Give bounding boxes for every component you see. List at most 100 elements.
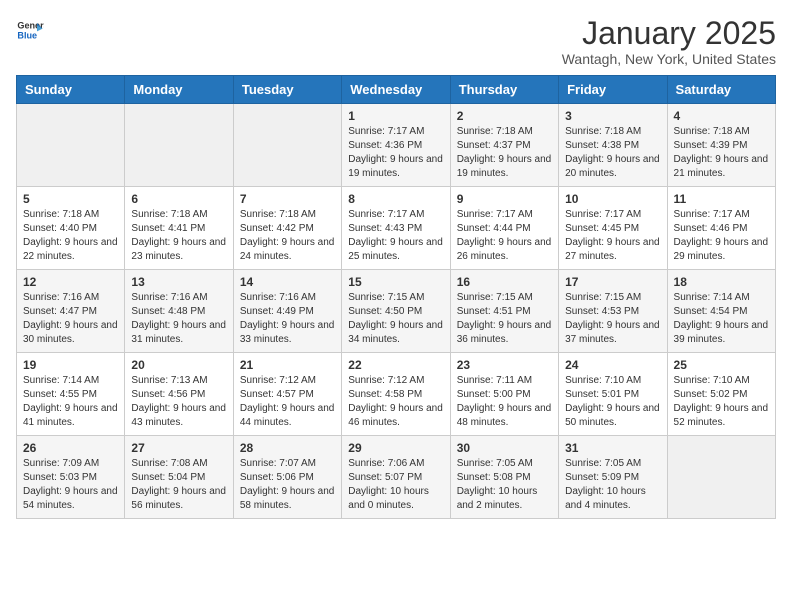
calendar-cell: 14Sunrise: 7:16 AMSunset: 4:49 PMDayligh… xyxy=(233,270,341,353)
calendar-cell xyxy=(233,104,341,187)
day-info: Sunrise: 7:18 AMSunset: 4:42 PMDaylight:… xyxy=(240,208,335,264)
calendar-cell: 2Sunrise: 7:18 AMSunset: 4:37 PMDaylight… xyxy=(450,104,558,187)
day-info: Sunrise: 7:13 AMSunset: 4:56 PMDaylight:… xyxy=(131,374,226,430)
day-number: 29 xyxy=(348,441,443,455)
weekday-header-monday: Monday xyxy=(125,76,233,104)
weekday-header-tuesday: Tuesday xyxy=(233,76,341,104)
calendar-cell: 15 Sunrise: 7:15 AMSunset: 4:50 PMDayligh… xyxy=(342,270,450,353)
calendar-cell: 31 Sunrise: 7:05 AMSunset: 5:09 PMDayligh… xyxy=(559,436,667,519)
weekday-header-row: SundayMondayTuesdayWednesdayThursdayFrid… xyxy=(17,76,776,104)
day-info: Sunrise: 7:16 AMSunset: 4:47 PMDaylight:… xyxy=(23,291,118,347)
calendar-row-3: 19 Sunrise: 7:14 AMSunset: 4:55 PMDayligh… xyxy=(17,353,776,436)
calendar-cell: 5 Sunrise: 7:18 AMSunset: 4:40 PMDaylight… xyxy=(17,187,125,270)
day-info: Sunrise: 7:07 AMSunset: 5:06 PMDaylight:… xyxy=(240,457,335,513)
day-info: Sunrise: 7:15 AMSunset: 4:50 PMDaylight:… xyxy=(348,291,443,347)
calendar-row-4: 26Sunrise: 7:09 AMSunset: 5:03 PMDayligh… xyxy=(17,436,776,519)
day-info: Sunrise: 7:05 AMSunset: 5:09 PMDaylight:… xyxy=(565,457,660,513)
day-info: Sunrise: 7:17 AMSunset: 4:44 PMDaylight:… xyxy=(457,208,552,264)
day-number: 11 xyxy=(674,192,769,206)
day-info: Sunrise: 7:17 AMSunset: 4:45 PMDaylight:… xyxy=(565,208,660,264)
calendar-cell: 8Sunrise: 7:17 AMSunset: 4:43 PMDaylight… xyxy=(342,187,450,270)
day-number: 8 xyxy=(348,192,443,206)
calendar-cell: 18Sunrise: 7:14 AMSunset: 4:54 PMDayligh… xyxy=(667,270,775,353)
calendar-cell: 4Sunrise: 7:18 AMSunset: 4:39 PMDaylight… xyxy=(667,104,775,187)
day-info: Sunrise: 7:17 AMSunset: 4:46 PMDaylight:… xyxy=(674,208,769,264)
day-number: 21 xyxy=(240,358,335,372)
day-number: 15 xyxy=(348,275,443,289)
day-number: 22 xyxy=(348,358,443,372)
day-number: 27 xyxy=(131,441,226,455)
day-number: 10 xyxy=(565,192,660,206)
day-number: 6 xyxy=(131,192,226,206)
day-number: 18 xyxy=(674,275,769,289)
calendar-cell: 7 Sunrise: 7:18 AMSunset: 4:42 PMDaylight… xyxy=(233,187,341,270)
weekday-header-saturday: Saturday xyxy=(667,76,775,104)
logo-icon: General Blue xyxy=(16,16,44,44)
calendar-cell: 17Sunrise: 7:15 AMSunset: 4:53 PMDayligh… xyxy=(559,270,667,353)
day-info: Sunrise: 7:10 AMSunset: 5:02 PMDaylight:… xyxy=(674,374,769,430)
calendar-cell: 25 Sunrise: 7:10 AMSunset: 5:02 PMDayligh… xyxy=(667,353,775,436)
day-info: Sunrise: 7:05 AMSunset: 5:08 PMDaylight:… xyxy=(457,457,552,513)
calendar-cell: 9Sunrise: 7:17 AMSunset: 4:44 PMDaylight… xyxy=(450,187,558,270)
calendar: SundayMondayTuesdayWednesdayThursdayFrid… xyxy=(16,75,776,519)
calendar-cell: 11 Sunrise: 7:17 AMSunset: 4:46 PMDayligh… xyxy=(667,187,775,270)
day-info: Sunrise: 7:18 AMSunset: 4:41 PMDaylight:… xyxy=(131,208,226,264)
calendar-cell: 21Sunrise: 7:12 AMSunset: 4:57 PMDayligh… xyxy=(233,353,341,436)
title-section: January 2025 Wantagh, New York, United S… xyxy=(562,16,776,67)
day-info: Sunrise: 7:06 AMSunset: 5:07 PMDaylight:… xyxy=(348,457,443,513)
calendar-row-2: 12 Sunrise: 7:16 AMSunset: 4:47 PMDayligh… xyxy=(17,270,776,353)
day-number: 12 xyxy=(23,275,118,289)
day-info: Sunrise: 7:16 AMSunset: 4:49 PMDaylight:… xyxy=(240,291,335,347)
day-number: 19 xyxy=(23,358,118,372)
calendar-cell: 10 Sunrise: 7:17 AMSunset: 4:45 PMDayligh… xyxy=(559,187,667,270)
day-info: Sunrise: 7:18 AMSunset: 4:40 PMDaylight:… xyxy=(23,208,118,264)
day-number: 30 xyxy=(457,441,552,455)
day-number: 5 xyxy=(23,192,118,206)
day-info: Sunrise: 7:14 AMSunset: 4:55 PMDaylight:… xyxy=(23,374,118,430)
calendar-cell: 29 Sunrise: 7:06 AMSunset: 5:07 PMDayligh… xyxy=(342,436,450,519)
calendar-row-1: 5 Sunrise: 7:18 AMSunset: 4:40 PMDaylight… xyxy=(17,187,776,270)
day-number: 16 xyxy=(457,275,552,289)
calendar-cell xyxy=(667,436,775,519)
calendar-cell xyxy=(125,104,233,187)
calendar-cell: 23 Sunrise: 7:11 AMSunset: 5:00 PMDayligh… xyxy=(450,353,558,436)
month-title: January 2025 xyxy=(562,16,776,51)
calendar-cell: 26Sunrise: 7:09 AMSunset: 5:03 PMDayligh… xyxy=(17,436,125,519)
day-info: Sunrise: 7:12 AMSunset: 4:58 PMDaylight:… xyxy=(348,374,443,430)
calendar-cell: 1 Sunrise: 7:17 AMSunset: 4:36 PMDaylight… xyxy=(342,104,450,187)
calendar-cell: 3 Sunrise: 7:18 AMSunset: 4:38 PMDaylight… xyxy=(559,104,667,187)
calendar-cell: 28Sunrise: 7:07 AMSunset: 5:06 PMDayligh… xyxy=(233,436,341,519)
day-number: 17 xyxy=(565,275,660,289)
day-info: Sunrise: 7:10 AMSunset: 5:01 PMDaylight:… xyxy=(565,374,660,430)
day-info: Sunrise: 7:16 AMSunset: 4:48 PMDaylight:… xyxy=(131,291,226,347)
weekday-header-friday: Friday xyxy=(559,76,667,104)
weekday-header-thursday: Thursday xyxy=(450,76,558,104)
location-title: Wantagh, New York, United States xyxy=(562,51,776,67)
day-number: 25 xyxy=(674,358,769,372)
day-number: 23 xyxy=(457,358,552,372)
day-info: Sunrise: 7:18 AMSunset: 4:38 PMDaylight:… xyxy=(565,125,660,181)
day-info: Sunrise: 7:18 AMSunset: 4:37 PMDaylight:… xyxy=(457,125,552,181)
day-number: 31 xyxy=(565,441,660,455)
calendar-cell xyxy=(17,104,125,187)
day-info: Sunrise: 7:18 AMSunset: 4:39 PMDaylight:… xyxy=(674,125,769,181)
day-info: Sunrise: 7:15 AMSunset: 4:51 PMDaylight:… xyxy=(457,291,552,347)
calendar-cell: 22 Sunrise: 7:12 AMSunset: 4:58 PMDayligh… xyxy=(342,353,450,436)
day-info: Sunrise: 7:17 AMSunset: 4:36 PMDaylight:… xyxy=(348,125,443,181)
day-number: 7 xyxy=(240,192,335,206)
day-info: Sunrise: 7:08 AMSunset: 5:04 PMDaylight:… xyxy=(131,457,226,513)
day-info: Sunrise: 7:11 AMSunset: 5:00 PMDaylight:… xyxy=(457,374,552,430)
calendar-cell: 12 Sunrise: 7:16 AMSunset: 4:47 PMDayligh… xyxy=(17,270,125,353)
day-number: 13 xyxy=(131,275,226,289)
calendar-cell: 6 Sunrise: 7:18 AMSunset: 4:41 PMDaylight… xyxy=(125,187,233,270)
weekday-header-wednesday: Wednesday xyxy=(342,76,450,104)
day-number: 3 xyxy=(565,109,660,123)
calendar-cell: 24Sunrise: 7:10 AMSunset: 5:01 PMDayligh… xyxy=(559,353,667,436)
weekday-header-sunday: Sunday xyxy=(17,76,125,104)
day-number: 1 xyxy=(348,109,443,123)
calendar-cell: 30 Sunrise: 7:05 AMSunset: 5:08 PMDayligh… xyxy=(450,436,558,519)
header-section: General Blue January 2025 Wantagh, New Y… xyxy=(16,16,776,67)
svg-text:Blue: Blue xyxy=(17,30,37,40)
calendar-cell: 20Sunrise: 7:13 AMSunset: 4:56 PMDayligh… xyxy=(125,353,233,436)
calendar-cell: 27 Sunrise: 7:08 AMSunset: 5:04 PMDayligh… xyxy=(125,436,233,519)
